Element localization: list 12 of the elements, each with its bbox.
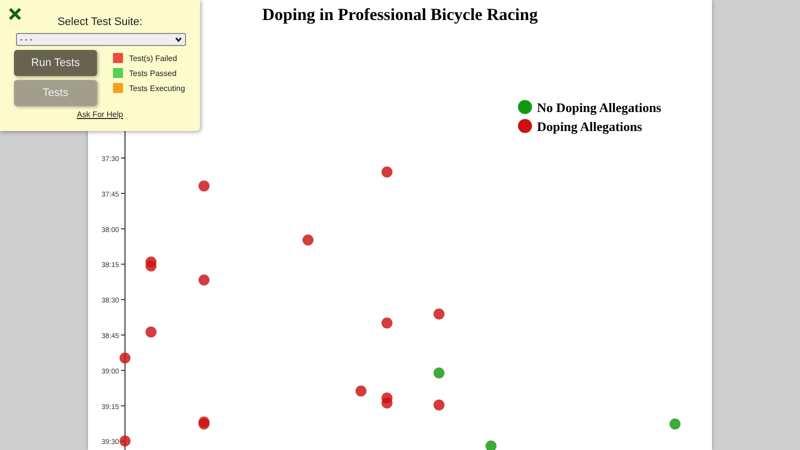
suite-select[interactable]: - - - (16, 33, 186, 46)
status-label: Test(s) Failed (129, 54, 178, 62)
close-icon[interactable] (8, 7, 22, 21)
legend-label: Doping Allegations (537, 119, 642, 134)
legend-label: No Doping Allegations (537, 100, 662, 115)
help-link[interactable]: Ask For Help (14, 110, 186, 119)
chart-title: Doping in Professional Bicycle Racing (262, 5, 538, 24)
run-tests-button[interactable]: Run Tests (14, 50, 97, 76)
caret-icon (175, 37, 182, 42)
status-label: Tests Executing (129, 84, 186, 92)
status-label: Tests Passed (129, 68, 177, 78)
panel-title: Select Test Suite: (56, 16, 144, 28)
